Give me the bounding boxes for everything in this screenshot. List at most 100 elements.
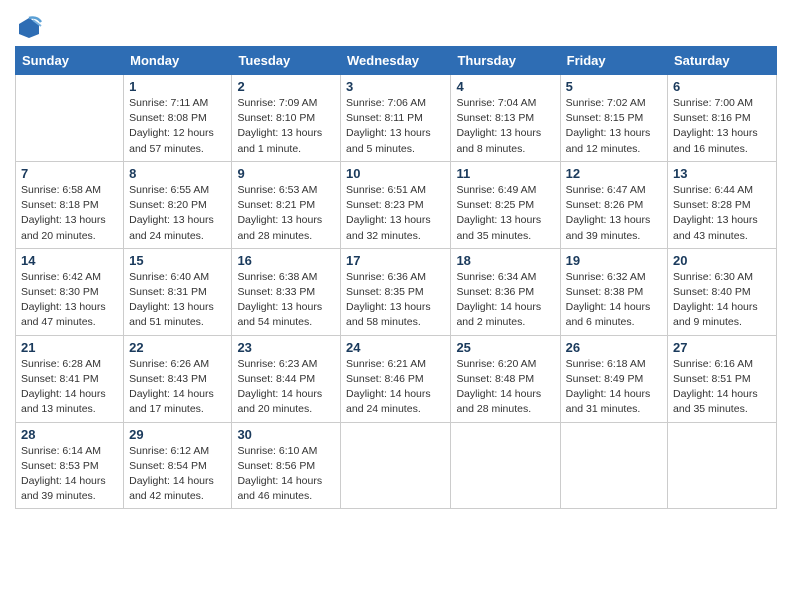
calendar-cell <box>668 422 777 509</box>
day-number: 2 <box>237 79 335 94</box>
day-number: 21 <box>21 340 118 355</box>
calendar-cell: 23 Sunrise: 6:23 AM Sunset: 8:44 PM Dayli… <box>232 335 341 422</box>
day-info: Sunrise: 6:51 AM Sunset: 8:23 PM Dayligh… <box>346 183 445 244</box>
day-number: 29 <box>129 427 226 442</box>
day-info: Sunrise: 6:58 AM Sunset: 8:18 PM Dayligh… <box>21 183 118 244</box>
day-info: Sunrise: 6:21 AM Sunset: 8:46 PM Dayligh… <box>346 357 445 418</box>
day-number: 28 <box>21 427 118 442</box>
day-info: Sunrise: 6:20 AM Sunset: 8:48 PM Dayligh… <box>456 357 554 418</box>
calendar-cell: 2 Sunrise: 7:09 AM Sunset: 8:10 PM Daylig… <box>232 75 341 162</box>
calendar-cell: 19 Sunrise: 6:32 AM Sunset: 8:38 PM Dayli… <box>560 248 667 335</box>
day-number: 24 <box>346 340 445 355</box>
day-info: Sunrise: 6:49 AM Sunset: 8:25 PM Dayligh… <box>456 183 554 244</box>
calendar-cell: 1 Sunrise: 7:11 AM Sunset: 8:08 PM Daylig… <box>124 75 232 162</box>
header-row: SundayMondayTuesdayWednesdayThursdayFrid… <box>16 47 777 75</box>
day-number: 18 <box>456 253 554 268</box>
day-info: Sunrise: 6:55 AM Sunset: 8:20 PM Dayligh… <box>129 183 226 244</box>
header-cell-friday: Friday <box>560 47 667 75</box>
day-info: Sunrise: 7:00 AM Sunset: 8:16 PM Dayligh… <box>673 96 771 157</box>
day-info: Sunrise: 6:38 AM Sunset: 8:33 PM Dayligh… <box>237 270 335 331</box>
day-number: 6 <box>673 79 771 94</box>
calendar-cell: 5Sunrise: 7:02 AM Sunset: 8:15 PM Daylig… <box>560 75 667 162</box>
day-number: 9 <box>237 166 335 181</box>
day-info: Sunrise: 6:12 AM Sunset: 8:54 PM Dayligh… <box>129 444 226 505</box>
day-number: 25 <box>456 340 554 355</box>
week-row-5: 28 Sunrise: 6:14 AM Sunset: 8:53 PM Dayli… <box>16 422 777 509</box>
day-number: 26 <box>566 340 662 355</box>
calendar-cell: 22 Sunrise: 6:26 AM Sunset: 8:43 PM Dayli… <box>124 335 232 422</box>
header-cell-monday: Monday <box>124 47 232 75</box>
calendar-cell: 21 Sunrise: 6:28 AM Sunset: 8:41 PM Dayli… <box>16 335 124 422</box>
day-number: 1 <box>129 79 226 94</box>
day-number: 12 <box>566 166 662 181</box>
calendar-cell: 8 Sunrise: 6:55 AM Sunset: 8:20 PM Daylig… <box>124 161 232 248</box>
calendar-cell: 27 Sunrise: 6:16 AM Sunset: 8:51 PM Dayli… <box>668 335 777 422</box>
day-number: 4 <box>456 79 554 94</box>
day-number: 7 <box>21 166 118 181</box>
calendar-table: SundayMondayTuesdayWednesdayThursdayFrid… <box>15 46 777 509</box>
calendar-cell: 11 Sunrise: 6:49 AM Sunset: 8:25 PM Dayli… <box>451 161 560 248</box>
calendar-cell: 15 Sunrise: 6:40 AM Sunset: 8:31 PM Dayli… <box>124 248 232 335</box>
week-row-4: 21 Sunrise: 6:28 AM Sunset: 8:41 PM Dayli… <box>16 335 777 422</box>
day-number: 14 <box>21 253 118 268</box>
header-cell-tuesday: Tuesday <box>232 47 341 75</box>
day-number: 10 <box>346 166 445 181</box>
day-number: 8 <box>129 166 226 181</box>
calendar-cell: 14 Sunrise: 6:42 AM Sunset: 8:30 PM Dayli… <box>16 248 124 335</box>
calendar-cell: 16Sunrise: 6:38 AM Sunset: 8:33 PM Dayli… <box>232 248 341 335</box>
week-row-1: 1 Sunrise: 7:11 AM Sunset: 8:08 PM Daylig… <box>16 75 777 162</box>
day-number: 30 <box>237 427 335 442</box>
day-number: 17 <box>346 253 445 268</box>
day-number: 22 <box>129 340 226 355</box>
day-info: Sunrise: 6:16 AM Sunset: 8:51 PM Dayligh… <box>673 357 771 418</box>
calendar-body: 1 Sunrise: 7:11 AM Sunset: 8:08 PM Daylig… <box>16 75 777 509</box>
calendar-cell <box>451 422 560 509</box>
day-info: Sunrise: 6:10 AM Sunset: 8:56 PM Dayligh… <box>237 444 335 505</box>
calendar-cell <box>16 75 124 162</box>
calendar-cell: 17Sunrise: 6:36 AM Sunset: 8:35 PM Dayli… <box>341 248 451 335</box>
day-info: Sunrise: 6:32 AM Sunset: 8:38 PM Dayligh… <box>566 270 662 331</box>
logo-icon <box>15 14 43 42</box>
calendar-cell: 6 Sunrise: 7:00 AM Sunset: 8:16 PM Daylig… <box>668 75 777 162</box>
calendar-cell: 28 Sunrise: 6:14 AM Sunset: 8:53 PM Dayli… <box>16 422 124 509</box>
header-cell-saturday: Saturday <box>668 47 777 75</box>
day-info: Sunrise: 6:23 AM Sunset: 8:44 PM Dayligh… <box>237 357 335 418</box>
day-number: 27 <box>673 340 771 355</box>
header-cell-sunday: Sunday <box>16 47 124 75</box>
day-info: Sunrise: 6:42 AM Sunset: 8:30 PM Dayligh… <box>21 270 118 331</box>
day-info: Sunrise: 6:26 AM Sunset: 8:43 PM Dayligh… <box>129 357 226 418</box>
day-number: 20 <box>673 253 771 268</box>
day-number: 13 <box>673 166 771 181</box>
calendar-cell: 24 Sunrise: 6:21 AM Sunset: 8:46 PM Dayli… <box>341 335 451 422</box>
calendar-cell: 30 Sunrise: 6:10 AM Sunset: 8:56 PM Dayli… <box>232 422 341 509</box>
day-info: Sunrise: 6:28 AM Sunset: 8:41 PM Dayligh… <box>21 357 118 418</box>
calendar-cell: 7 Sunrise: 6:58 AM Sunset: 8:18 PM Daylig… <box>16 161 124 248</box>
calendar-header: SundayMondayTuesdayWednesdayThursdayFrid… <box>16 47 777 75</box>
day-info: Sunrise: 6:30 AM Sunset: 8:40 PM Dayligh… <box>673 270 771 331</box>
day-number: 11 <box>456 166 554 181</box>
day-number: 3 <box>346 79 445 94</box>
calendar-cell: 9 Sunrise: 6:53 AM Sunset: 8:21 PM Daylig… <box>232 161 341 248</box>
day-info: Sunrise: 7:04 AM Sunset: 8:13 PM Dayligh… <box>456 96 554 157</box>
day-info: Sunrise: 6:34 AM Sunset: 8:36 PM Dayligh… <box>456 270 554 331</box>
calendar-cell: 25 Sunrise: 6:20 AM Sunset: 8:48 PM Dayli… <box>451 335 560 422</box>
day-info: Sunrise: 6:47 AM Sunset: 8:26 PM Dayligh… <box>566 183 662 244</box>
logo <box>15 18 45 42</box>
day-number: 23 <box>237 340 335 355</box>
day-info: Sunrise: 7:11 AM Sunset: 8:08 PM Dayligh… <box>129 96 226 157</box>
day-number: 15 <box>129 253 226 268</box>
day-number: 5 <box>566 79 662 94</box>
calendar-cell: 26Sunrise: 6:18 AM Sunset: 8:49 PM Dayli… <box>560 335 667 422</box>
week-row-2: 7 Sunrise: 6:58 AM Sunset: 8:18 PM Daylig… <box>16 161 777 248</box>
calendar-cell: 20 Sunrise: 6:30 AM Sunset: 8:40 PM Dayli… <box>668 248 777 335</box>
day-info: Sunrise: 7:09 AM Sunset: 8:10 PM Dayligh… <box>237 96 335 157</box>
day-info: Sunrise: 6:14 AM Sunset: 8:53 PM Dayligh… <box>21 444 118 505</box>
calendar-cell <box>560 422 667 509</box>
day-number: 19 <box>566 253 662 268</box>
day-info: Sunrise: 6:40 AM Sunset: 8:31 PM Dayligh… <box>129 270 226 331</box>
day-info: Sunrise: 6:44 AM Sunset: 8:28 PM Dayligh… <box>673 183 771 244</box>
header-cell-thursday: Thursday <box>451 47 560 75</box>
header-cell-wednesday: Wednesday <box>341 47 451 75</box>
calendar-cell: 4 Sunrise: 7:04 AM Sunset: 8:13 PM Daylig… <box>451 75 560 162</box>
day-info: Sunrise: 6:53 AM Sunset: 8:21 PM Dayligh… <box>237 183 335 244</box>
